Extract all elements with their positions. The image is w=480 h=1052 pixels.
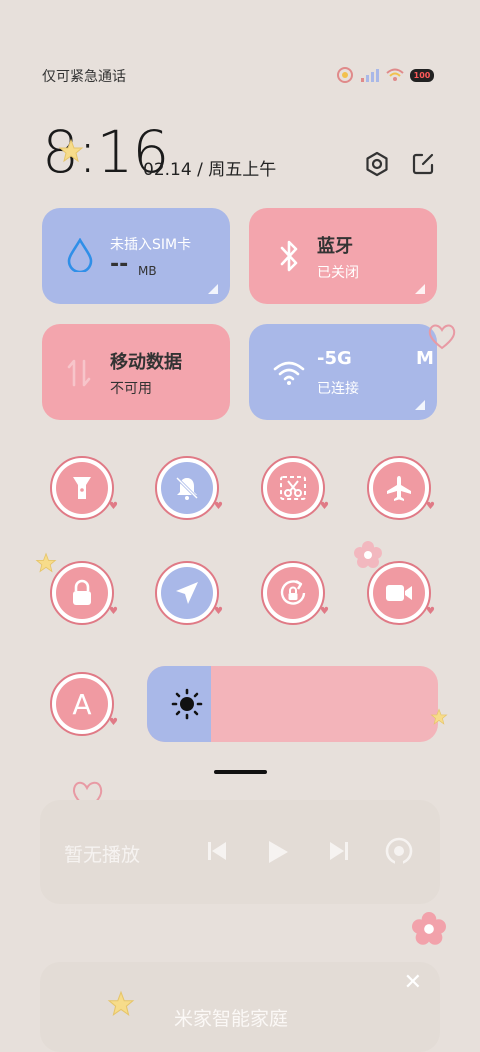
close-icon[interactable]: ✕ bbox=[404, 970, 422, 995]
star-sticker-icon bbox=[430, 708, 448, 725]
brightness-slider[interactable] bbox=[147, 666, 438, 742]
heart-icon: ♥ bbox=[109, 717, 118, 728]
letter-a-icon: A bbox=[72, 687, 92, 721]
tile-expand-corner bbox=[415, 284, 425, 294]
heart-icon: ♥ bbox=[426, 606, 435, 617]
airplane-icon bbox=[387, 476, 411, 501]
battery-icon: 100 bbox=[410, 68, 434, 82]
auto-brightness-toggle[interactable]: A ♥ bbox=[50, 672, 118, 736]
video-camera-icon bbox=[386, 585, 412, 601]
wifi-status-icon bbox=[386, 68, 404, 81]
smart-home-title: 米家智能家庭 bbox=[174, 1008, 289, 1030]
location-toggle[interactable]: ♥ bbox=[155, 561, 223, 625]
heart-icon: ♥ bbox=[214, 606, 223, 617]
mobile-data-title: 移动数据 bbox=[110, 352, 182, 373]
wifi-tile[interactable]: -5G M 已连接 bbox=[249, 324, 437, 420]
lock-icon bbox=[73, 579, 91, 605]
data-usage-value: -- bbox=[110, 252, 129, 277]
star-sticker-icon bbox=[35, 552, 57, 573]
notification-icon bbox=[337, 67, 353, 83]
wifi-network-name: -5G M bbox=[317, 348, 434, 369]
heart-icon: ♥ bbox=[320, 501, 329, 512]
screen-record-toggle[interactable]: ♥ bbox=[367, 561, 435, 625]
bluetooth-icon bbox=[280, 240, 298, 272]
mobile-data-tile[interactable]: 移动数据 不可用 bbox=[42, 324, 230, 420]
sun-icon bbox=[171, 688, 203, 720]
heart-icon: ♥ bbox=[426, 501, 435, 512]
drag-handle[interactable] bbox=[214, 770, 267, 774]
tile-expand-corner bbox=[208, 284, 218, 294]
lock-screen-toggle[interactable]: ♥ bbox=[50, 561, 118, 625]
status-icons: 100 bbox=[336, 66, 434, 84]
heart-sticker-icon bbox=[428, 324, 456, 350]
location-arrow-icon bbox=[176, 582, 198, 604]
flower-sticker-icon bbox=[412, 912, 446, 945]
data-usage-unit: MB bbox=[138, 264, 157, 278]
heart-icon: ♥ bbox=[320, 606, 329, 617]
flashlight-toggle[interactable]: ♥ bbox=[50, 456, 118, 520]
signal-icon bbox=[361, 69, 379, 82]
screenshot-toggle[interactable]: ♥ bbox=[261, 456, 329, 520]
flower-sticker-icon bbox=[354, 541, 382, 568]
wifi-icon bbox=[273, 361, 305, 385]
edit-button[interactable] bbox=[408, 149, 438, 179]
star-sticker-icon bbox=[107, 990, 135, 1017]
rotation-lock-toggle[interactable]: ♥ bbox=[261, 561, 329, 625]
mute-toggle[interactable]: ♥ bbox=[155, 456, 223, 520]
bluetooth-title: 蓝牙 bbox=[317, 236, 353, 257]
data-transfer-icon bbox=[67, 359, 91, 387]
bluetooth-status: 已关闭 bbox=[317, 265, 359, 281]
edit-icon bbox=[412, 153, 434, 175]
heart-icon: ♥ bbox=[109, 501, 118, 512]
next-track-icon[interactable] bbox=[328, 838, 350, 864]
heart-icon: ♥ bbox=[109, 606, 118, 617]
heart-icon: ♥ bbox=[214, 501, 223, 512]
data-usage-tile[interactable]: 未插入SIM卡 -- MB bbox=[42, 208, 230, 304]
scissors-icon bbox=[280, 476, 306, 500]
media-player-card[interactable]: 暂无播放 bbox=[40, 800, 440, 904]
flashlight-icon bbox=[73, 477, 91, 499]
tile-expand-corner bbox=[415, 400, 425, 410]
gear-icon bbox=[366, 151, 388, 177]
smart-home-card[interactable]: 米家智能家庭 ✕ bbox=[40, 962, 440, 1052]
previous-track-icon[interactable] bbox=[206, 838, 228, 864]
settings-button[interactable] bbox=[362, 149, 392, 179]
star-sticker-icon bbox=[58, 138, 84, 163]
audio-output-icon[interactable] bbox=[384, 836, 414, 866]
rotation-lock-icon bbox=[280, 579, 306, 605]
status-carrier-text: 仅可紧急通话 bbox=[42, 69, 126, 85]
battery-level: 100 bbox=[413, 70, 431, 80]
bluetooth-tile[interactable]: 蓝牙 已关闭 bbox=[249, 208, 437, 304]
play-icon[interactable] bbox=[266, 838, 290, 866]
airplane-mode-toggle[interactable]: ♥ bbox=[367, 456, 435, 520]
bell-off-icon bbox=[175, 476, 199, 500]
mobile-data-status: 不可用 bbox=[110, 381, 152, 397]
media-status-text: 暂无播放 bbox=[64, 844, 141, 866]
water-drop-icon bbox=[67, 238, 93, 272]
data-usage-title: 未插入SIM卡 bbox=[110, 237, 192, 253]
wifi-status: 已连接 bbox=[317, 381, 359, 397]
clock-date: 02.14 / 周五上午 bbox=[143, 160, 277, 180]
